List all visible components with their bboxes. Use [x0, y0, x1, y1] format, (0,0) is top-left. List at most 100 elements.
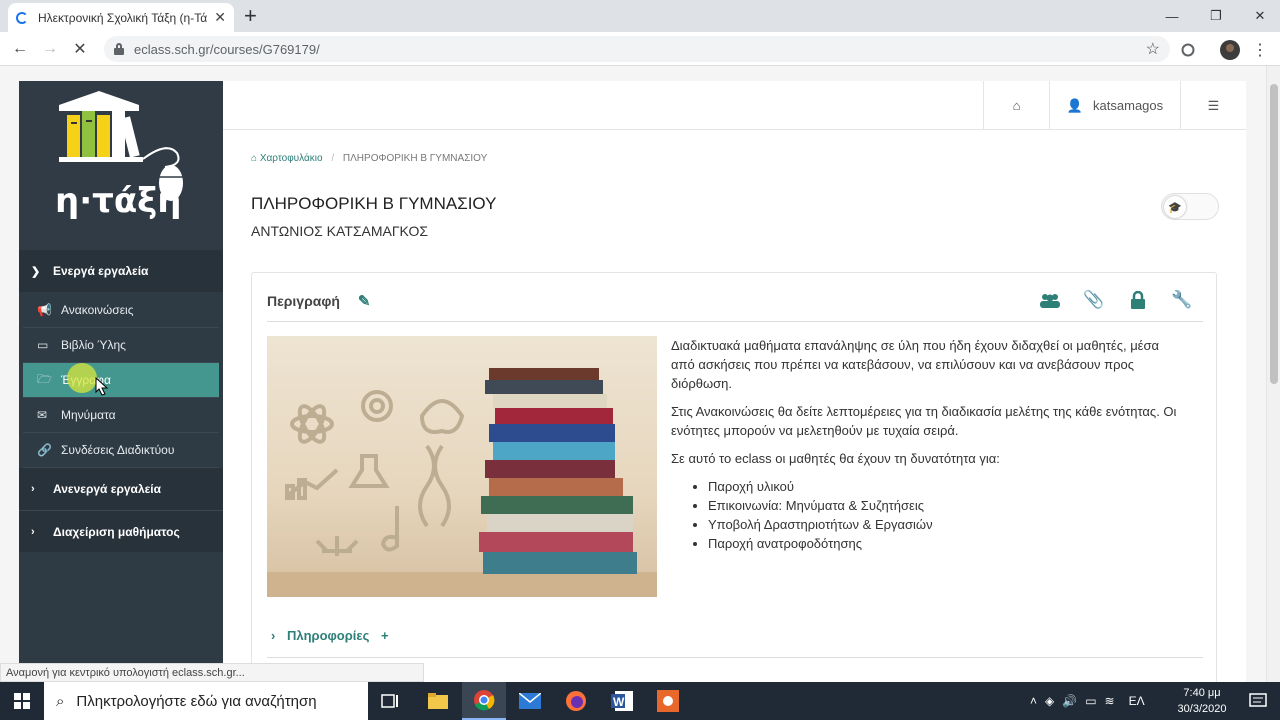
taskbar-clock[interactable]: 7:40 μμ 30/3/2020 — [1162, 685, 1242, 717]
chevron-down-icon: ❯ — [31, 265, 41, 278]
student-view-toggle[interactable]: 🎓 — [1161, 193, 1219, 220]
section-inactive-tools[interactable]: › Ανενεργά εργαλεία — [19, 468, 223, 510]
recorder-app-icon[interactable] — [646, 682, 690, 720]
section-label: Ανενεργά εργαλεία — [53, 482, 162, 496]
forward-button[interactable]: → — [38, 38, 62, 60]
tab-title: Ηλεκτρονική Σχολική Τάξη (η-Τά — [38, 10, 208, 25]
page-scrollbar[interactable] — [1266, 66, 1280, 682]
task-view-icon[interactable] — [368, 682, 412, 720]
close-tab-icon[interactable]: ✕ — [214, 9, 226, 26]
link-icon: 🔗 — [37, 443, 52, 457]
description-paragraph: Στις Ανακοινώσεις θα δείτε λεπτομέρειες … — [671, 404, 1177, 438]
mail-icon[interactable] — [508, 682, 552, 720]
settings-button[interactable]: ☰ — [1180, 81, 1246, 130]
sliders-icon: ☰ — [1207, 97, 1220, 113]
breadcrumb-current: ΠΛΗΡΟΦΟΡΙΚΗ Β ΓΥΜΝΑΣΙΟΥ — [342, 153, 488, 164]
sidebar-item-documents[interactable]: 🗁 Έγγραφα — [23, 363, 219, 398]
show-hidden-icons-icon[interactable]: ˄ — [1030, 694, 1037, 708]
info-label: Πληροφορίες — [286, 628, 370, 643]
mouse-pointer-icon — [67, 363, 109, 396]
url-text: eclass.sch.gr/courses/G769179/ — [134, 41, 320, 57]
edit-pencil-icon[interactable]: ✎ — [358, 293, 371, 310]
panel-title-text: Περιγραφή — [267, 293, 340, 309]
stop-loading-button[interactable]: ✕ — [68, 38, 92, 60]
firefox-icon[interactable] — [554, 682, 598, 720]
course-title: ΠΛΗΡΟΦΟΡΙΚΗ Β ΓΥΜΝΑΣΙΟΥ — [251, 194, 497, 213]
scrollbar-thumb[interactable] — [1270, 84, 1278, 384]
profile-avatar[interactable] — [1220, 40, 1240, 60]
sidebar: η·τάξη ❯ Ενεργά εργαλεία 📢 Ανακοινώσεις … — [19, 81, 223, 682]
chevron-right-icon: › — [31, 483, 35, 495]
wifi-icon[interactable]: ≋ — [1105, 694, 1115, 708]
extension-icon[interactable] — [1178, 40, 1198, 60]
breadcrumb: ⌂ Χαρτοφυλάκιο / ΠΛΗΡΟΦΟΡΙΚΗ Β ΓΥΜΝΑΣΙΟΥ — [251, 153, 488, 164]
system-tray: ˄ ◈ 🔊 ▭ ≋ ΕΛ — [1030, 682, 1145, 720]
back-button[interactable]: ← — [8, 38, 32, 60]
sidebar-item-syllabus[interactable]: ▭ Βιβλίο Ύλης — [23, 328, 219, 363]
restore-window-button[interactable]: ❐ — [1194, 0, 1238, 32]
address-bar[interactable]: eclass.sch.gr/courses/G769179/ ☆ — [104, 36, 1170, 62]
breadcrumb-home-label: Χαρτοφυλάκιο — [259, 153, 323, 164]
panel-divider — [267, 657, 1203, 658]
capabilities-list: Παροχή υλικού Επικοινωνία: Μηνύματα & Συ… — [708, 477, 1181, 553]
logo-text: η·τάξη — [55, 181, 182, 221]
notifications-icon[interactable] — [1236, 682, 1280, 720]
minimize-window-button[interactable]: — — [1150, 0, 1194, 32]
home-icon: ⌂ — [1012, 98, 1021, 113]
browser-toolbar: ← → ✕ eclass.sch.gr/courses/G769179/ ☆ ⋮ — [0, 32, 1280, 66]
word-icon[interactable]: W — [600, 682, 644, 720]
input-language[interactable]: ΕΛ — [1129, 694, 1145, 708]
sidebar-item-messages[interactable]: ✉ Μηνύματα — [23, 398, 219, 433]
new-tab-button[interactable]: + — [244, 4, 257, 28]
calendar-icon: ▭ — [37, 338, 49, 352]
browser-menu-icon[interactable]: ⋮ — [1250, 40, 1270, 60]
envelope-icon: ✉ — [37, 408, 48, 422]
volume-icon[interactable]: 🔊 — [1062, 694, 1077, 708]
description-panel: Περιγραφή ✎ 📎 🔧 Διαδικτυακά μαθήματα επα… — [251, 272, 1217, 682]
description-paragraph: Διαδικτυακά μαθήματα επανάληψης σε ύλη π… — [671, 338, 1160, 391]
user-menu-button[interactable]: 👤 katsamagos — [1049, 81, 1180, 130]
list-item: Επικοινωνία: Μηνύματα & Συζητήσεις — [708, 496, 1181, 515]
section-active-tools[interactable]: ❯ Ενεργά εργαλεία — [19, 250, 223, 292]
lock-icon — [114, 43, 124, 55]
file-explorer-icon[interactable] — [416, 682, 460, 720]
battery-icon[interactable]: ▭ — [1085, 694, 1096, 708]
chevron-right-icon: › — [31, 525, 35, 538]
sidebar-item-label: Μηνύματα — [61, 408, 116, 422]
section-course-admin[interactable]: › Διαχείριση μαθήματος — [19, 510, 223, 552]
users-icon[interactable] — [1028, 287, 1072, 313]
windows-taskbar: ⌕ Πληκτρολογήστε εδώ για αναζήτηση W ˄ ◈… — [0, 682, 1280, 720]
sidebar-item-label: Βιβλίο Ύλης — [61, 338, 126, 352]
sidebar-item-links[interactable]: 🔗 Συνδέσεις Διαδικτύου — [23, 433, 219, 468]
bookmark-star-icon[interactable]: ☆ — [1146, 39, 1160, 59]
top-bar: ⌂ 👤 katsamagos ☰ — [223, 81, 1246, 130]
dropbox-icon[interactable]: ◈ — [1045, 694, 1054, 708]
user-icon: 👤 — [1066, 97, 1084, 113]
browser-tab[interactable]: Ηλεκτρονική Σχολική Τάξη (η-Τά ✕ — [8, 3, 234, 32]
site-logo[interactable]: η·τάξη — [19, 81, 223, 250]
sidebar-item-announcements[interactable]: 📢 Ανακοινώσεις — [23, 293, 219, 328]
clock-date: 30/3/2020 — [1177, 703, 1227, 715]
breadcrumb-home-link[interactable]: ⌂ Χαρτοφυλάκιο — [251, 153, 323, 164]
course-teacher: ΑΝΤΩΝΙΟΣ ΚΑΤΣΑΜΑΓΚΟΣ — [251, 223, 428, 239]
info-toggle[interactable]: › Πληροφορίες + — [271, 628, 389, 643]
description-paragraph: Σε αυτό το eclass οι μαθητές θα έχουν τη… — [671, 451, 1000, 466]
close-window-button[interactable]: ✕ — [1238, 0, 1280, 32]
loading-spinner-icon — [16, 11, 28, 24]
lock-icon[interactable] — [1116, 287, 1160, 313]
graduation-cap-icon: 🎓 — [1164, 196, 1186, 218]
sidebar-item-label: Συνδέσεις Διαδικτύου — [61, 443, 175, 457]
section-label: Διαχείριση μαθήματος — [53, 524, 180, 539]
list-item: Παροχή υλικού — [708, 477, 1181, 496]
paperclip-icon[interactable]: 📎 — [1072, 287, 1116, 313]
folder-open-icon: 🗁 — [37, 371, 52, 386]
windows-start-button[interactable] — [0, 682, 44, 720]
wrench-icon[interactable]: 🔧 — [1160, 287, 1204, 313]
chrome-icon[interactable] — [462, 682, 506, 720]
chevron-right-icon: › — [271, 628, 276, 643]
taskbar-search-box[interactable]: ⌕ Πληκτρολογήστε εδώ για αναζήτηση — [44, 682, 368, 720]
search-icon: ⌕ — [56, 692, 65, 710]
main-content: ⌂ Χαρτοφυλάκιο / ΠΛΗΡΟΦΟΡΙΚΗ Β ΓΥΜΝΑΣΙΟΥ… — [223, 130, 1246, 682]
home-button[interactable]: ⌂ — [983, 81, 1049, 130]
panel-title: Περιγραφή ✎ — [267, 292, 370, 310]
